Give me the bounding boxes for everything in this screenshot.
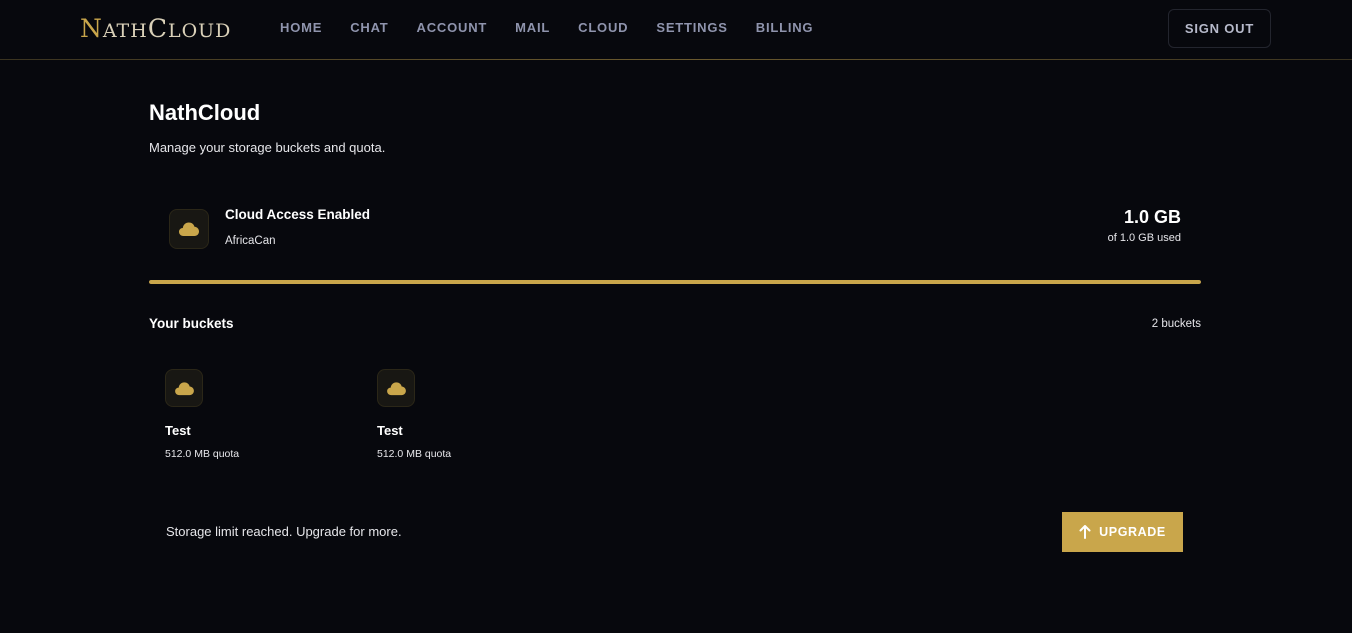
storage-used-caption: of 1.0 GB used — [1107, 232, 1181, 244]
cloud-access-icon-box — [169, 209, 209, 249]
bucket-card[interactable]: Test 512.0 MB quota — [377, 369, 557, 469]
bucket-quota: 512.0 MB quota — [377, 448, 452, 460]
logo-letter-c: C — [147, 14, 168, 43]
bucket-icon-box — [377, 369, 415, 407]
bucket-quota: 512.0 MB quota — [165, 448, 240, 460]
sign-out-button[interactable]: SIGN OUT — [1168, 9, 1271, 48]
nav-cloud[interactable]: CLOUD — [578, 20, 628, 35]
upgrade-button[interactable]: UPGRADE — [1062, 512, 1183, 552]
nav-mail[interactable]: MAIL — [515, 20, 550, 35]
nav-settings[interactable]: SETTINGS — [656, 20, 727, 35]
upgrade-button-label: UPGRADE — [1099, 525, 1166, 539]
buckets-count: 2 buckets — [1151, 318, 1201, 330]
nav-account[interactable]: ACCOUNT — [417, 20, 488, 35]
nathcloud-logo[interactable]: N ATH C LOUD — [80, 14, 231, 44]
main-nav: HOME CHAT ACCOUNT MAIL CLOUD SETTINGS BI… — [280, 20, 841, 35]
nav-home[interactable]: HOME — [280, 20, 322, 35]
cloud-access-status: Cloud Access Enabled — [225, 207, 371, 222]
logo-text-ath: ATH — [102, 20, 148, 42]
top-navigation-bar: N ATH C LOUD HOME CHAT ACCOUNT MAIL CLOUD S… — [0, 0, 1352, 60]
bucket-icon-box — [165, 369, 203, 407]
storage-progress-fill — [149, 280, 1201, 284]
buckets-section-title: Your buckets — [149, 316, 234, 331]
cloud-icon — [179, 222, 199, 236]
cloud-account-name: AfricaCan — [225, 235, 276, 247]
cloud-icon — [174, 381, 194, 395]
page-subtitle: Manage your storage buckets and quota. — [149, 140, 386, 155]
arrow-up-icon — [1079, 525, 1091, 539]
logo-letter-n: N — [80, 14, 103, 43]
logo-text-loud: LOUD — [167, 20, 232, 42]
nav-billing[interactable]: BILLING — [756, 20, 814, 35]
page-title: NathCloud — [149, 100, 261, 125]
storage-limit-message: Storage limit reached. Upgrade for more. — [166, 524, 402, 539]
cloud-icon — [386, 381, 406, 395]
storage-used-value: 1.0 GB — [1123, 207, 1181, 227]
bucket-card[interactable]: Test 512.0 MB quota — [165, 369, 345, 469]
nav-chat[interactable]: CHAT — [350, 20, 388, 35]
bucket-name: Test — [165, 423, 191, 438]
storage-progress-bar — [149, 280, 1201, 284]
bucket-name: Test — [377, 423, 403, 438]
